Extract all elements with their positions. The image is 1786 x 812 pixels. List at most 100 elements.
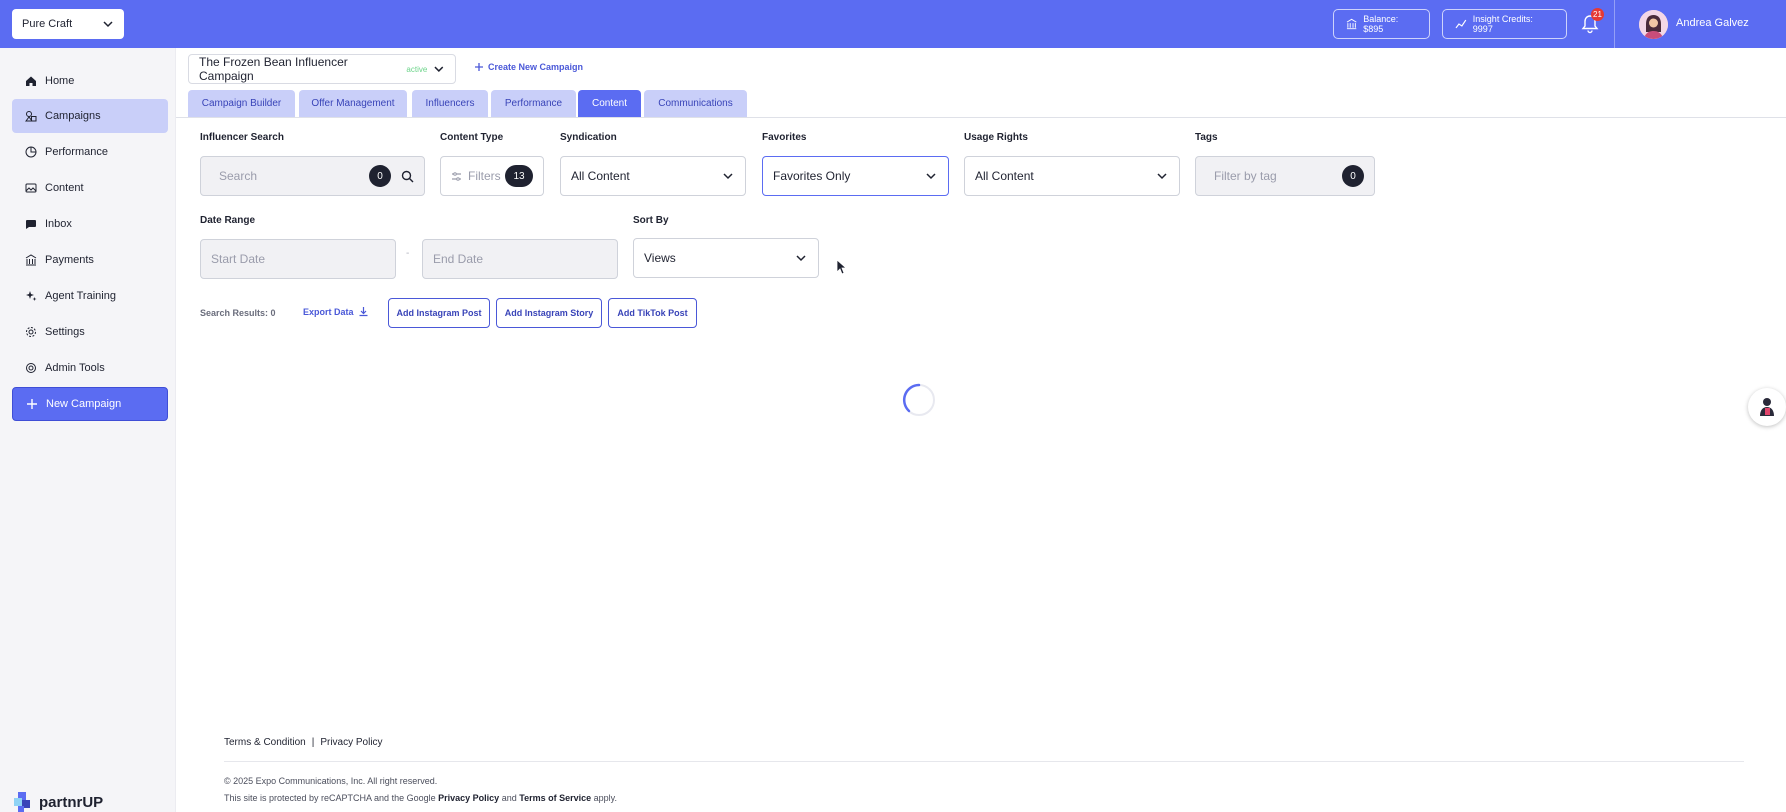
usage-rights-value: All Content [975,169,1034,183]
bank-icon [1346,18,1357,30]
chart-pie-icon [25,146,37,158]
topbar-divider [1614,0,1615,48]
sidebar-item-agent-training[interactable]: Agent Training [12,279,168,313]
bank-icon [25,254,37,266]
plus-icon [475,63,483,71]
search-results-count: Search Results: 0 [200,308,276,318]
home-icon [26,76,36,86]
sidebar-item-label: Home [45,75,75,87]
sidebar-item-payments[interactable]: Payments [12,243,168,277]
tab-offer-management[interactable]: Offer Management [299,90,407,117]
add-instagram-post-button[interactable]: Add Instagram Post [388,298,490,328]
sidebar-item-label: Campaigns [45,110,101,122]
start-date-field[interactable]: Start Date [200,239,396,279]
favorites-label: Favorites [762,132,807,143]
content-type-label: Content Type [440,132,504,143]
insight-chart-icon [1455,19,1467,29]
chevron-down-icon [434,66,444,72]
sidebar-item-inbox[interactable]: Inbox [12,207,168,241]
sidebar-item-label: Admin Tools [45,362,105,374]
sidebar-item-campaigns[interactable]: Campaigns [12,99,168,133]
sidebar-item-label: Inbox [45,218,72,230]
content-type-filters-button[interactable]: Filters 13 [440,156,544,196]
search-icon[interactable] [401,170,414,183]
campaign-name: The Frozen Bean Influencer Campaign [199,55,348,83]
end-date-field[interactable]: End Date [422,239,618,279]
tags-field[interactable]: Filter by tag 0 [1195,156,1375,196]
sliders-icon [452,171,461,181]
partnrup-logo: partnrUP [12,790,103,812]
footer-links: Terms & Condition | Privacy Policy [224,737,383,748]
balance-button[interactable]: Balance: $895 [1333,9,1430,39]
add-tiktok-post-button[interactable]: Add TikTok Post [608,298,697,328]
notification-badge: 21 [1591,8,1604,21]
insight-credits-label: Insight Credits: 9997 [1472,14,1533,34]
syndication-select[interactable]: All Content [560,156,746,196]
syndication-label: Syndication [560,132,617,143]
tags-count-badge: 0 [1342,165,1364,187]
sidebar-item-label: Content [45,182,84,194]
export-data-link[interactable]: Export Data [303,306,369,317]
footer-divider [224,761,1744,762]
recaptcha-terms-link[interactable]: Terms of Service [519,793,591,803]
date-range-label: Date Range [200,215,256,226]
organization-name: Pure Craft [22,18,73,30]
favorites-select[interactable]: Favorites Only [762,156,949,196]
insight-credits-button[interactable]: Insight Credits: 9997 [1442,9,1567,39]
influencer-search-label: Influencer Search [200,132,284,143]
campaigns-icon [25,111,37,122]
recaptcha-privacy-link[interactable]: Privacy Policy [438,793,499,803]
create-campaign-link[interactable]: Create New Campaign [474,62,583,72]
chevron-down-icon [796,255,806,262]
new-campaign-button[interactable]: New Campaign [12,387,168,421]
sidebar-item-home[interactable]: Home [12,64,168,98]
copyright-text: © 2025 Expo Communications, Inc. All rig… [224,776,438,786]
influencer-search-field[interactable]: Search 0 [200,156,425,196]
footer-separator: | [311,737,315,748]
chevron-down-icon [103,21,113,28]
start-date-input[interactable]: Start Date [211,252,265,266]
sort-by-value: Views [644,251,676,265]
terms-link[interactable]: Terms & Condition [224,737,306,748]
tags-label: Tags [1195,132,1218,143]
sidebar-item-label: Agent Training [45,290,116,302]
filters-label: Filters [468,169,501,183]
sidebar-item-admin-tools[interactable]: Admin Tools [12,351,168,385]
new-campaign-label: New Campaign [46,398,122,410]
sidebar-item-settings[interactable]: Settings [12,315,168,349]
organization-select[interactable]: Pure Craft [12,9,124,39]
campaign-select[interactable]: The Frozen Bean Influencer Campaign acti… [188,54,456,84]
plus-icon [27,399,37,409]
date-separator: - [406,248,410,259]
gear-icon [26,327,36,337]
avatar[interactable] [1639,10,1668,39]
usage-rights-select[interactable]: All Content [964,156,1180,196]
recaptcha-and: and [501,793,517,803]
campaign-status: active [406,64,428,74]
tab-content[interactable]: Content [578,90,641,117]
privacy-link[interactable]: Privacy Policy [320,737,382,748]
tab-communications[interactable]: Communications [644,90,747,117]
end-date-input[interactable]: End Date [433,252,483,266]
create-campaign-label: Create New Campaign [488,62,584,72]
chevron-down-icon [926,173,936,180]
chevron-down-icon [1157,173,1167,180]
sidebar-item-label: Performance [45,146,108,158]
image-icon [25,183,37,193]
export-data-label: Export Data [303,306,354,317]
add-instagram-story-button[interactable]: Add Instagram Story [496,298,602,328]
tab-campaign-builder[interactable]: Campaign Builder [188,90,295,117]
chat-widget-button[interactable] [1748,388,1786,426]
tab-performance[interactable]: Performance [491,90,576,117]
sidebar: Home Campaigns Performance Content Inbox… [0,48,176,812]
tab-influencers[interactable]: Influencers [412,90,488,117]
recaptcha-notice: This site is protected by reCAPTCHA and … [224,793,617,803]
sidebar-item-performance[interactable]: Performance [12,135,168,169]
sidebar-item-content[interactable]: Content [12,171,168,205]
sidebar-item-label: Settings [45,326,85,338]
filters-count-badge: 13 [505,165,533,187]
sort-by-select[interactable]: Views [633,238,819,278]
tags-input[interactable]: Filter by tag [1214,169,1277,183]
assistant-avatar-icon [1760,398,1774,416]
search-input[interactable]: Search [219,169,257,183]
